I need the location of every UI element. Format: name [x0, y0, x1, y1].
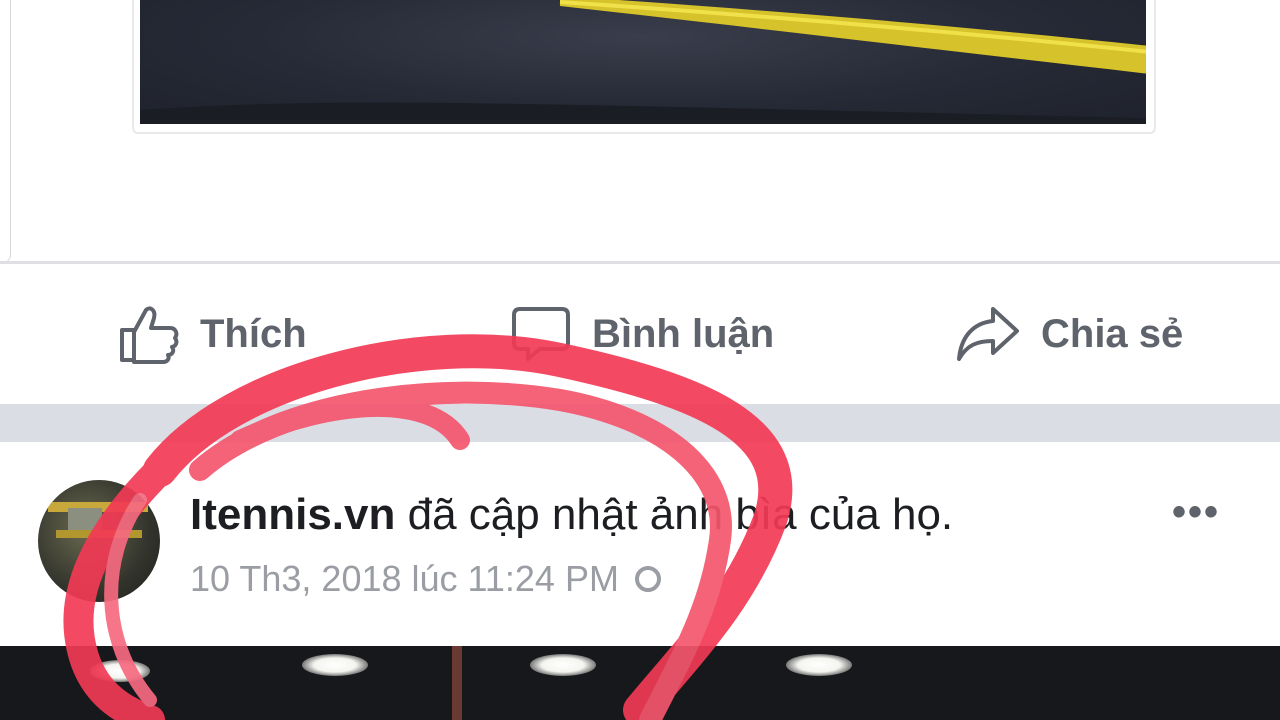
like-label: Thích [200, 311, 307, 356]
previous-post-photo[interactable] [140, 0, 1146, 124]
comment-bubble-icon [510, 303, 572, 365]
thumbs-up-icon [116, 302, 180, 366]
ceiling-light [786, 654, 852, 676]
page-avatar[interactable] [38, 480, 160, 602]
avatar-detail [68, 508, 102, 530]
previous-post-card [0, 0, 1280, 263]
previous-post-photo-frame[interactable] [132, 0, 1156, 134]
feed-separator [0, 404, 1280, 442]
post-headline: Itennis.vn đã cập nhật ảnh bìa của họ. [190, 490, 953, 540]
share-label: Chia sẻ [1041, 311, 1184, 356]
cover-photo-preview[interactable] [0, 646, 1280, 720]
post-header: Itennis.vn đã cập nhật ảnh bìa của họ. 1… [0, 442, 1280, 646]
post-timestamp[interactable]: 10 Th3, 2018 lúc 11:24 PM [190, 558, 661, 600]
comment-label: Bình luận [592, 311, 775, 356]
avatar-detail [56, 530, 142, 538]
ceiling-light [302, 654, 368, 676]
timestamp-text: 10 Th3, 2018 lúc 11:24 PM [190, 558, 619, 599]
ceiling-light [90, 660, 150, 682]
share-arrow-icon [955, 303, 1021, 365]
card-left-border [0, 0, 11, 263]
page-name-link[interactable]: Itennis.vn [190, 490, 395, 539]
ceiling-light [530, 654, 596, 676]
photo-beam [452, 646, 462, 720]
post-action-text: đã cập nhật ảnh bìa của họ. [395, 490, 954, 539]
more-dots-icon[interactable]: ••• [1172, 490, 1220, 535]
globe-icon [634, 566, 661, 592]
post-action-bar: Thích Bình luận Chia sẻ [0, 264, 1280, 404]
like-button[interactable]: Thích [116, 304, 307, 364]
comment-button[interactable]: Bình luận [510, 304, 774, 364]
yellow-rope-image [140, 0, 1146, 124]
share-button[interactable]: Chia sẻ [955, 304, 1183, 364]
